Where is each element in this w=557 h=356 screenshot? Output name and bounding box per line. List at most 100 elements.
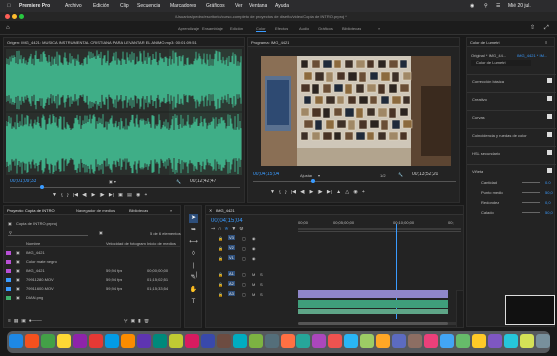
track-header[interactable]: 🔒 A2 ▢ M S [206, 280, 296, 289]
dock-app-icon[interactable] [248, 334, 263, 348]
project-list-item[interactable]: ▣ IMG_4421 [6, 249, 180, 256]
dock-app-icon[interactable] [328, 334, 343, 348]
dock-app-icon[interactable] [24, 334, 39, 348]
new-bin-icon[interactable]: ▣ [130, 319, 135, 324]
project-list-item[interactable]: ▣ 79911600.MOV 59,94 fps 01;15;33;54 [6, 285, 180, 292]
go-to-out-icon[interactable]: ▶| [327, 190, 332, 195]
nest-icon[interactable]: ⇝ [211, 227, 215, 232]
track-mute-icon[interactable]: M [252, 282, 255, 287]
dock-app-icon[interactable] [424, 334, 439, 348]
menu-edicion[interactable]: Edición [93, 3, 109, 9]
dock-app-icon[interactable] [104, 334, 119, 348]
lumetri-title[interactable]: Color de Lumetri [470, 40, 500, 45]
track-solo-icon[interactable]: S [260, 292, 263, 297]
program-playhead[interactable] [311, 179, 315, 183]
track-target[interactable]: V1 [228, 255, 235, 260]
add-button-icon[interactable]: + [145, 193, 148, 198]
step-back-icon[interactable]: ◀| [82, 193, 87, 198]
linked-selection-icon[interactable]: ✯ [224, 227, 228, 232]
track-lock-icon[interactable]: 🔒 [218, 282, 223, 287]
timeline-ruler[interactable]: 00;00 00;05;00;00 00;10;00;00 00; [298, 218, 461, 232]
tab-bibliotecas[interactable]: Bibliotecas [129, 208, 148, 213]
mark-in-icon[interactable]: { [279, 190, 281, 195]
track-target[interactable]: A2 [228, 281, 235, 286]
more-workspaces-icon[interactable]: » [378, 26, 380, 31]
apple-icon[interactable]:  [7, 3, 11, 9]
panel-menu-icon[interactable]: ≡ [545, 40, 547, 45]
export-frame-icon[interactable]: ◉ [136, 193, 140, 198]
timeline-close-icon[interactable]: ✕ [209, 208, 212, 213]
go-to-in-icon[interactable]: |◀ [291, 190, 296, 195]
icon-view-icon[interactable]: ▦ [14, 319, 19, 324]
go-to-out-icon[interactable]: ▶| [109, 193, 114, 198]
dock-app-icon[interactable] [9, 334, 23, 348]
timeline-scrollbar[interactable] [298, 322, 461, 325]
track-sync-icon[interactable]: ▢ [242, 256, 246, 261]
share-icon[interactable]: ⇧ [530, 25, 535, 31]
fit-select[interactable]: Ajustar [300, 173, 312, 178]
dock-app-icon[interactable] [40, 334, 55, 348]
dock-app-icon[interactable] [440, 334, 455, 348]
timeline-settings-icon[interactable]: ⚙ [239, 227, 243, 232]
extract-icon[interactable]: △ [345, 190, 349, 195]
snap-icon[interactable]: ∩ [218, 227, 222, 232]
wifi-icon[interactable]: ◉ [470, 3, 474, 9]
work-area-bar[interactable] [298, 228, 461, 230]
play-icon[interactable]: ▶ [309, 190, 313, 195]
track-lock-icon[interactable]: 🔒 [218, 236, 223, 241]
lumetri-target-clip[interactable]: IMG_4421 * IM... [517, 53, 554, 58]
tab-proyecto[interactable]: Proyecto: Copia de INTRO [7, 208, 55, 213]
lumetri-master-clip[interactable]: Original * IMG_44... [471, 53, 506, 58]
video-clip-v1[interactable] [298, 290, 448, 298]
workspace-audio[interactable]: Audio [299, 26, 309, 31]
program-timecode[interactable]: 00;04;15;04 [253, 172, 279, 177]
dock-app-icon[interactable] [344, 334, 359, 348]
workspace-bibliotecas[interactable]: Bibliotecas [342, 26, 361, 31]
new-item-icon[interactable]: ▮ [138, 319, 141, 324]
dock-app-icon[interactable] [168, 334, 183, 348]
wrench-icon[interactable]: 🔧 [176, 179, 181, 184]
slip-tool-icon[interactable]: |↔| [189, 262, 198, 278]
razor-tool-icon[interactable]: ◊ [189, 250, 198, 259]
audio-clip-a2[interactable] [298, 309, 448, 314]
workspace-edicion[interactable]: Edición [230, 26, 243, 31]
pen-tool-icon[interactable]: ✎ [189, 274, 198, 283]
column-fps[interactable]: Velocidad de fotogramas [106, 241, 146, 246]
menu-ver[interactable]: Ver [235, 3, 243, 9]
track-target[interactable]: A3 [228, 291, 235, 296]
tab-sequence[interactable]: IMG_4421 [216, 208, 235, 213]
menu-graficos[interactable]: Gráficos [206, 3, 225, 9]
project-list-item[interactable]: ▣ Color mate negro [6, 258, 180, 265]
insert-icon[interactable]: ▣ [118, 193, 123, 198]
column-nombre[interactable]: Nombre [26, 241, 40, 246]
lumetri-effect-select[interactable]: Color de Lumetri [471, 60, 531, 66]
dock-app-icon[interactable] [136, 334, 151, 348]
track-header[interactable]: 🔒 V1 ▢ ◉ [206, 254, 296, 263]
mark-out-icon[interactable]: } [67, 193, 69, 198]
tab-navegador-medios[interactable]: Navegador de medios [76, 208, 115, 213]
track-lock-icon[interactable]: 🔒 [218, 272, 223, 277]
dock-app-icon[interactable] [472, 334, 487, 348]
dock-app-icon[interactable] [536, 334, 551, 348]
step-forward-icon[interactable]: |▶ [100, 193, 105, 198]
track-sync-icon[interactable]: ▢ [242, 282, 246, 287]
dock-app-icon[interactable] [152, 334, 167, 348]
track-visibility-icon[interactable]: ◉ [252, 236, 256, 241]
dock-app-icon[interactable] [456, 334, 471, 348]
dock-app-icon[interactable] [392, 334, 407, 348]
lift-icon[interactable]: ▲ [336, 190, 341, 195]
timeline-timecode[interactable]: 00;04;15;04 [211, 218, 243, 225]
section-hsl-secundario[interactable]: HSL secundario [467, 146, 556, 158]
track-header[interactable]: 🔒 V3 ▢ ◉ [206, 234, 296, 243]
mark-in-icon[interactable]: { [61, 193, 63, 198]
track-sync-icon[interactable]: ▢ [242, 292, 246, 297]
search-icon[interactable]: ⚲ [484, 3, 488, 9]
trash-icon[interactable]: 🗑 [144, 319, 150, 324]
enable-checkbox[interactable] [547, 114, 552, 119]
new-bin-icon[interactable]: ▣ [99, 230, 103, 235]
menu-archivo[interactable]: Archivo [65, 3, 82, 9]
track-header[interactable]: 🔒 A3 ▢ M S [206, 290, 296, 299]
step-forward-icon[interactable]: |▶ [318, 190, 323, 195]
program-title[interactable]: Programa: IMG_4421 [251, 40, 289, 45]
zoom-slider-icon[interactable]: ●—— [29, 319, 42, 324]
